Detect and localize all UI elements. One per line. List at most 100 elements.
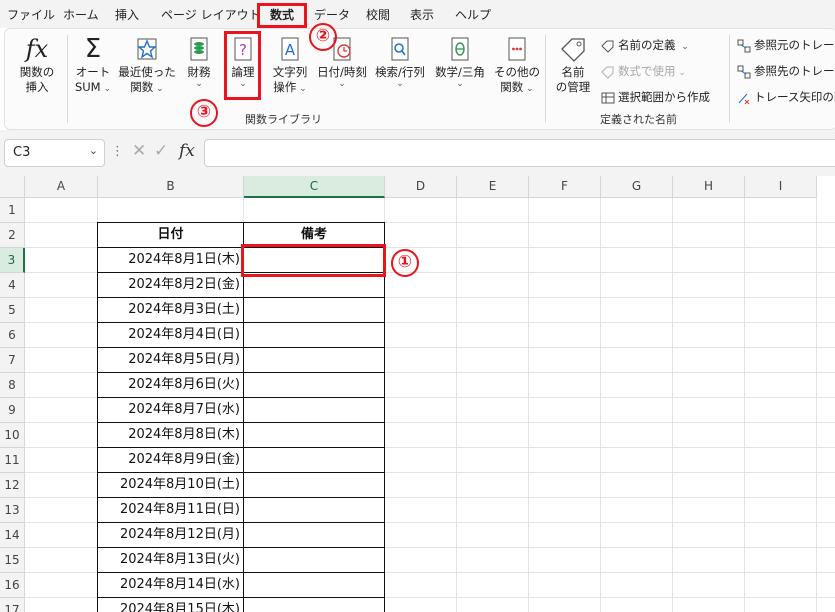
name-box-chevron-icon[interactable]: ⌄ [89,144,98,157]
date-cell[interactable]: 2024年8月5日(月) [97,347,244,373]
date-cell[interactable]: 2024年8月2日(金) [97,272,244,298]
column-header-f[interactable]: F [529,176,601,198]
date-cell[interactable]: 2024年8月3日(土) [97,297,244,323]
recent-label: 最近使った [118,65,176,79]
text-a-icon: A [281,37,299,61]
row-header-10[interactable]: 10 [0,423,25,448]
date-cell[interactable]: 2024年8月7日(水) [97,397,244,423]
recent-functions-button[interactable]: 最近使った 関数 ⌄ [117,35,177,97]
date-cell[interactable]: 2024年8月4日(日) [97,322,244,348]
date-cell[interactable]: 2024年8月6日(火) [97,372,244,398]
date-cell[interactable]: 2024年8月14日(水) [97,572,244,598]
header-cell-date[interactable]: 日付 [97,222,244,248]
row-header-3[interactable]: 3 [0,248,25,273]
column-header-g[interactable]: G [601,176,673,198]
math-label: 数学/三角 [435,65,485,79]
notes-cell[interactable] [243,322,385,348]
date-cell[interactable]: 2024年8月15日(木) [97,597,244,612]
notes-cell[interactable] [243,597,385,612]
menu-home[interactable]: ホーム [63,6,99,23]
row-header-12[interactable]: 12 [0,473,25,498]
notes-cell[interactable] [243,497,385,523]
remove-arrows-label: トレース矢印の削除 [754,90,835,104]
text-functions-button[interactable]: A 文字列 操作 ⌄ [267,35,313,97]
datetime-chevron-icon: ⌄ [338,79,346,89]
notes-cell[interactable] [243,372,385,398]
date-cell[interactable]: 2024年8月1日(木) [97,247,244,273]
cancel-icon[interactable]: ✕ [132,141,146,161]
date-cell[interactable]: 2024年8月8日(木) [97,422,244,448]
row-header-7[interactable]: 7 [0,348,25,373]
row-header-5[interactable]: 5 [0,298,25,323]
menu-help[interactable]: ヘルプ [455,6,491,23]
column-header-b[interactable]: B [98,176,244,198]
row-header-4[interactable]: 4 [0,273,25,298]
row-header-8[interactable]: 8 [0,373,25,398]
date-cell[interactable]: 2024年8月9日(金) [97,447,244,473]
column-header-a[interactable]: A [25,176,98,198]
notes-cell[interactable] [243,572,385,598]
name-manager-button[interactable]: 名前 の管理 [551,35,595,95]
math-chevron-icon: ⌄ [456,79,464,89]
row-header-6[interactable]: 6 [0,323,25,348]
row-header-9[interactable]: 9 [0,398,25,423]
lookup-button[interactable]: 検索/行列 ⌄ [371,35,429,89]
more-label-2: 関数 [500,80,524,94]
date-cell[interactable]: 2024年8月12日(月) [97,522,244,548]
formula-input[interactable] [204,139,835,167]
notes-cell[interactable] [243,522,385,548]
tag-icon [561,38,585,62]
row-header-2[interactable]: 2 [0,223,25,248]
create-from-selection-button[interactable]: 選択範囲から作成 [601,89,710,105]
autosum-label: オート [75,65,111,79]
use-in-formula-button: 数式で使用 ⌄ [601,63,686,79]
trace-precedents-icon [737,39,751,52]
use-in-formula-label: 数式で使用 [618,64,676,78]
menu-review[interactable]: 校閲 [366,6,390,23]
notes-cell[interactable] [243,297,385,323]
annotation-marker-3: ③ [190,99,218,127]
annotation-box-formulas-tab [257,3,307,28]
menu-page-layout[interactable]: ページ レイアウト [161,6,261,23]
trace-dependents-button[interactable]: 参照先のトレース [737,63,835,79]
notes-cell[interactable] [243,472,385,498]
column-header-h[interactable]: H [673,176,745,198]
math-trig-button[interactable]: 数学/三角 ⌄ [431,35,489,89]
name-box[interactable]: C3 ⌄ [4,139,105,167]
menu-file[interactable]: ファイル [7,6,55,23]
more-functions-button[interactable]: その他の 関数 ⌄ [491,35,543,97]
notes-cell[interactable] [243,347,385,373]
column-header-i[interactable]: I [745,176,817,198]
notes-cell[interactable] [243,397,385,423]
insert-function-button[interactable]: fx 関数の 挿入 [11,35,63,95]
row-header-13[interactable]: 13 [0,498,25,523]
row-header-11[interactable]: 11 [0,448,25,473]
remove-arrows-button[interactable]: トレース矢印の削除 [737,89,835,105]
column-header-e[interactable]: E [457,176,529,198]
row-header-1[interactable]: 1 [0,198,25,223]
enter-icon[interactable]: ✓ [154,141,168,161]
column-header-c[interactable]: C [244,176,385,198]
menu-view[interactable]: 表示 [410,6,434,23]
define-name-button[interactable]: 名前の定義 ⌄ [601,37,689,53]
menu-data[interactable]: データ [314,6,350,23]
row-header-16[interactable]: 16 [0,573,25,598]
row-header-17[interactable]: 17 [0,598,25,612]
row-header-14[interactable]: 14 [0,523,25,548]
menu-insert[interactable]: 挿入 [115,6,139,23]
date-cell[interactable]: 2024年8月10日(土) [97,472,244,498]
row-header-15[interactable]: 15 [0,548,25,573]
trace-precedents-button[interactable]: 参照元のトレース [737,37,835,53]
notes-cell[interactable] [243,422,385,448]
magnifier-icon [391,37,409,61]
autosum-button[interactable]: Σ オート SUM ⌄ [71,35,115,97]
name-box-value: C3 [13,145,31,160]
date-cell[interactable]: 2024年8月13日(火) [97,547,244,573]
notes-cell[interactable] [243,547,385,573]
select-all-corner[interactable] [0,176,25,198]
financial-button[interactable]: 財務 ⌄ [181,35,217,89]
column-header-d[interactable]: D [385,176,457,198]
date-cell[interactable]: 2024年8月11日(日) [97,497,244,523]
insert-function-fx-icon[interactable]: fx [179,141,195,161]
notes-cell[interactable] [243,447,385,473]
